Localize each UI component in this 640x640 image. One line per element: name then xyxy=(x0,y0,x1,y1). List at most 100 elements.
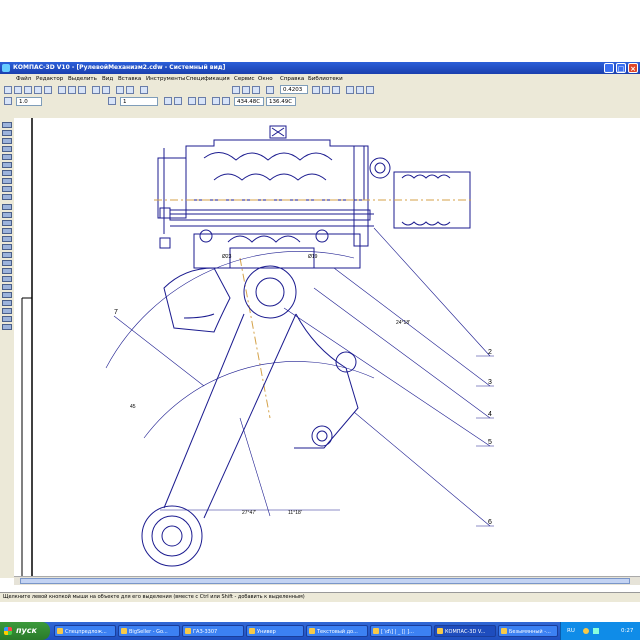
ortho-icon[interactable] xyxy=(198,97,206,105)
library-manager-icon[interactable] xyxy=(126,86,134,94)
menu-libraries[interactable]: Библиотеки xyxy=(308,76,343,82)
ellipse-tool-icon[interactable] xyxy=(2,228,12,234)
maximize-button[interactable]: □ xyxy=(616,63,626,73)
equidistant-tool-icon[interactable] xyxy=(2,308,12,314)
geometry-tool-icon[interactable] xyxy=(2,122,12,128)
menu-window[interactable]: Окно xyxy=(258,76,273,82)
redo-icon[interactable] xyxy=(102,86,110,94)
chamfer-tool-icon[interactable] xyxy=(2,276,12,282)
measure-tool-icon[interactable] xyxy=(2,162,12,168)
taskbar: пуск Спецпредлож... BigSeller - Go... ГА… xyxy=(0,622,640,640)
zoom-scale-icon[interactable] xyxy=(266,86,274,94)
notation-tool-icon[interactable] xyxy=(2,138,12,144)
leader-4 xyxy=(313,287,491,419)
parametrization-tool-icon[interactable] xyxy=(2,154,12,160)
spline-tool-icon[interactable] xyxy=(2,244,12,250)
zoom-window-icon[interactable] xyxy=(252,86,260,94)
callout-5: 5 xyxy=(488,439,492,446)
contour-tool-icon[interactable] xyxy=(2,300,12,306)
task-button[interactable]: Безымянный -... xyxy=(498,625,558,637)
menu-tools[interactable]: Инструменты xyxy=(146,76,185,82)
task-label: КОМПАС-3D V... xyxy=(445,629,486,635)
task-label: BigSeller - Go... xyxy=(129,629,168,635)
minimize-button[interactable]: _ xyxy=(604,63,614,73)
menu-insert[interactable]: Вставка xyxy=(118,76,141,82)
spec-tool-icon[interactable] xyxy=(2,178,12,184)
show-all-icon[interactable] xyxy=(322,86,330,94)
polyline-tool-icon[interactable] xyxy=(2,236,12,242)
task-button[interactable]: [ \d\] | _ [| ]... xyxy=(370,625,432,637)
task-button[interactable]: Спецпредлож... xyxy=(54,625,116,637)
clock: 0:27 xyxy=(621,628,634,634)
zoom-out-icon[interactable] xyxy=(242,86,250,94)
segment-tool-icon[interactable] xyxy=(2,204,12,210)
tray-icon[interactable] xyxy=(593,628,599,634)
zoom-field[interactable]: 0.4203 xyxy=(280,85,308,94)
new-document-icon[interactable] xyxy=(4,86,12,94)
start-button[interactable]: пуск xyxy=(0,622,50,640)
refresh-icon[interactable] xyxy=(332,86,340,94)
task-button[interactable]: BigSeller - Go... xyxy=(118,625,180,637)
menu-service[interactable]: Сервис xyxy=(234,76,255,82)
undo-icon[interactable] xyxy=(92,86,100,94)
zoom-in-icon[interactable] xyxy=(232,86,240,94)
task-button[interactable]: ГАЗ-3307 xyxy=(182,625,244,637)
close-button[interactable]: × xyxy=(628,63,638,73)
point-tool-icon[interactable] xyxy=(2,194,12,200)
menu-select[interactable]: Выделить xyxy=(68,76,97,82)
rectangle-tool-icon[interactable] xyxy=(2,252,12,258)
menu-specification[interactable]: Спецификация xyxy=(186,76,230,82)
view-manager-icon[interactable] xyxy=(356,86,364,94)
select-tool-icon[interactable] xyxy=(2,170,12,176)
drawing-canvas[interactable]: 2 3 4 5 6 7 27°47' 11°18' 24°18' 45 Ø23 … xyxy=(14,118,640,576)
paste-icon[interactable] xyxy=(78,86,86,94)
help-icon[interactable] xyxy=(140,86,148,94)
edit-tool-icon[interactable] xyxy=(2,146,12,152)
properties-icon[interactable] xyxy=(116,86,124,94)
grid-icon[interactable] xyxy=(346,86,354,94)
pan-icon[interactable] xyxy=(312,86,320,94)
snap-icon[interactable] xyxy=(188,97,196,105)
layer-field[interactable]: 1 xyxy=(120,97,158,106)
task-label: Спецпредлож... xyxy=(65,629,107,635)
leader-2 xyxy=(373,227,491,357)
dimension-leader-angle xyxy=(239,417,271,517)
language-indicator[interactable]: RU xyxy=(567,628,575,634)
local-cs-icon[interactable] xyxy=(212,97,220,105)
kompas-icon xyxy=(437,628,443,634)
save-icon[interactable] xyxy=(24,86,32,94)
menu-file[interactable]: Файл xyxy=(16,76,31,82)
copy-icon[interactable] xyxy=(68,86,76,94)
task-button-active[interactable]: КОМПАС-3D V... xyxy=(434,625,496,637)
coord-x-field[interactable]: 434.48С xyxy=(234,97,264,106)
polygon-tool-icon[interactable] xyxy=(2,260,12,266)
open-icon[interactable] xyxy=(14,86,22,94)
scroll-thumb[interactable] xyxy=(20,578,630,584)
cut-icon[interactable] xyxy=(58,86,66,94)
folder-icon xyxy=(185,628,191,634)
scale-field[interactable]: 1.0 xyxy=(16,97,42,106)
hatch-tool-icon[interactable] xyxy=(2,268,12,274)
break-line-tool-icon[interactable] xyxy=(2,324,12,330)
arc-tool-icon[interactable] xyxy=(2,220,12,226)
circle-tool-icon[interactable] xyxy=(2,212,12,218)
menu-edit[interactable]: Редактор xyxy=(36,76,63,82)
task-button[interactable]: Текстовый до... xyxy=(306,625,368,637)
task-button[interactable]: Универ xyxy=(246,625,304,637)
cursor-pos-icon xyxy=(222,97,230,105)
fillet-tool-icon[interactable] xyxy=(2,284,12,290)
layers-icon[interactable] xyxy=(366,86,374,94)
coord-y-field[interactable]: 136.49С xyxy=(266,97,296,106)
color-icon[interactable] xyxy=(174,97,182,105)
horizontal-scrollbar[interactable] xyxy=(14,576,640,585)
axis-tool-icon[interactable] xyxy=(2,292,12,298)
print-preview-icon[interactable] xyxy=(44,86,52,94)
style-icon[interactable] xyxy=(164,97,172,105)
menu-view[interactable]: Вид xyxy=(102,76,113,82)
tray-icon[interactable] xyxy=(583,628,589,634)
dimensions-tool-icon[interactable] xyxy=(2,130,12,136)
menu-help[interactable]: Справка xyxy=(280,76,304,82)
reports-tool-icon[interactable] xyxy=(2,186,12,192)
wavy-line-tool-icon[interactable] xyxy=(2,316,12,322)
print-icon[interactable] xyxy=(34,86,42,94)
